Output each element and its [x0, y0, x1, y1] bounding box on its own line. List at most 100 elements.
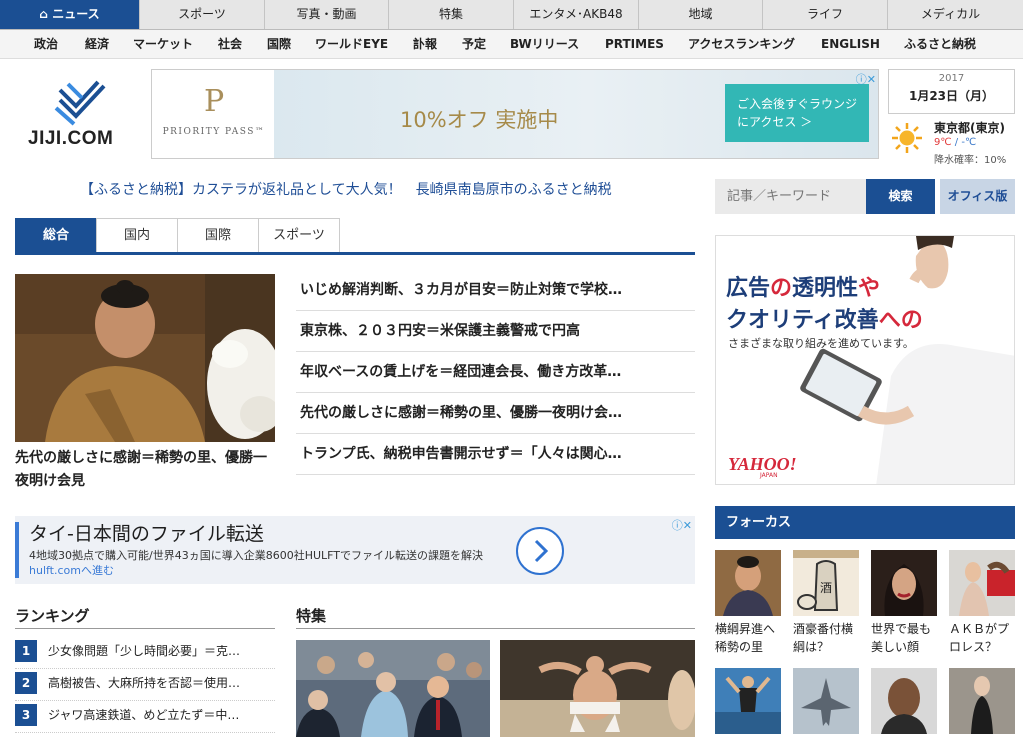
date-year: 2017 [938, 73, 965, 84]
sub-nav-furusato[interactable]: ふるさと納税 [904, 30, 976, 58]
wide-ad-link[interactable]: hulft.comへ進む [29, 564, 114, 577]
ranking-text[interactable]: ジャワ高速鉄道、めど立たず＝中… [48, 704, 239, 726]
focus-title: フォーカス [715, 506, 1015, 539]
focus-image [793, 668, 859, 734]
focus-image [715, 668, 781, 734]
ad-info-close-icon[interactable]: ⓘ✕ [672, 517, 692, 533]
ranking-text[interactable]: 少女像問題「少し時間必要」＝克… [48, 640, 240, 662]
focus-image [715, 550, 781, 616]
focus-image [949, 550, 1015, 616]
top-nav-news[interactable]: ⌂ ニュース [0, 0, 140, 29]
focus-item[interactable]: 酒 酒豪番付横綱は？ [793, 550, 859, 656]
ranking-number: 2 [15, 672, 37, 694]
focus-caption[interactable]: 酒豪番付横綱は？ [793, 620, 863, 656]
focus-thumb[interactable] [871, 668, 937, 734]
tab-sports[interactable]: スポーツ [258, 218, 340, 252]
ad-brand-letter: P [204, 84, 225, 119]
headline-item[interactable]: 年収ベースの賃上げを＝経団連会長、働き方改革… [296, 352, 695, 393]
ad-info-close-icon[interactable]: ⓘ✕ [856, 71, 876, 87]
focus-image [871, 668, 937, 734]
main-story-caption[interactable]: 先代の厳しさに感謝＝稀勢の里、優勝一夜明け会見 [15, 447, 277, 493]
ranking-item[interactable]: 1 少女像問題「少し時間必要」＝克… [15, 637, 275, 669]
tokushu-photo-sumo[interactable] [500, 640, 695, 737]
sub-nav-economy[interactable]: 経済 [85, 30, 109, 58]
ranking-title: ランキング [15, 605, 275, 629]
banner-ad[interactable]: P PRIORITY PASS™ 10%オフ 実施中 ご入会後すぐラウンジにアク… [151, 69, 879, 159]
wide-ad-title: タイ-日本間のファイル転送 [29, 523, 264, 545]
tokushu-title: 特集 [296, 605, 695, 629]
sub-nav-international[interactable]: 国際 [267, 30, 291, 58]
focus-item[interactable]: 横綱昇進へ稀勢の里 [715, 550, 781, 656]
focus-item[interactable]: ＡＫＢがプロレス？ [949, 550, 1015, 656]
sub-nav-world-eye[interactable]: ワールドEYE [315, 30, 388, 58]
svg-text:酒: 酒 [820, 581, 832, 595]
focus-caption[interactable]: ＡＫＢがプロレス？ [949, 620, 1019, 656]
focus-thumb[interactable] [715, 668, 781, 734]
sub-nav-english[interactable]: ENGLISH [821, 30, 880, 58]
wide-ad-body: 4地域30拠点で購入可能/世界43ヵ国に導入企業8600社HULFTでファイル転… [29, 549, 483, 577]
headline-item[interactable]: トランプ氏、納税申告書開示せず＝「人々は関心… [296, 434, 695, 475]
news-tabs: 総合 国内 国際 スポーツ [15, 218, 695, 255]
sunny-icon [892, 123, 922, 153]
search-button[interactable]: 検索 [866, 179, 935, 214]
sub-nav: 政治 経済 マーケット 社会 国際 ワールドEYE 訃報 予定 BWリリース P… [0, 30, 1023, 59]
top-nav-sports[interactable]: スポーツ [140, 0, 265, 29]
ad-cta-button[interactable]: ご入会後すぐラウンジにアクセス ＞ [725, 84, 869, 142]
focus-image [871, 550, 937, 616]
headline-item[interactable]: 東京株、２０３円安＝米保護主義警戒で円高 [296, 311, 695, 352]
main-story-photo[interactable] [15, 274, 275, 442]
promo-link[interactable]: 【ふるさと納税】カステラが返礼品として大人気！ 長崎県南島原市のふるさと納税 [80, 179, 612, 199]
focus-thumb[interactable] [793, 668, 859, 734]
main-story-image [15, 274, 275, 442]
ranking-number: 1 [15, 640, 37, 662]
tab-domestic[interactable]: 国内 [96, 218, 178, 252]
top-nav-region[interactable]: 地域 [639, 0, 763, 29]
ad-accent-bar [15, 522, 19, 578]
top-nav-entame[interactable]: エンタメ･AKB48 [514, 0, 639, 29]
sub-nav-bw-release[interactable]: BWリリース [510, 30, 579, 58]
weather-widget[interactable]: 東京都(東京) 9℃ / -℃ 降水確率：10% [888, 117, 1018, 167]
tab-international[interactable]: 国際 [177, 218, 259, 252]
yahoo-logo-sub: JAPAN [760, 472, 778, 479]
top-nav-tokushu[interactable]: 特集 [389, 0, 514, 29]
ranking-number: 3 [15, 704, 37, 726]
weather-temp: 9℃ / -℃ [934, 137, 977, 148]
date-day: 1月23日（月） [908, 89, 995, 103]
sub-nav-obituary[interactable]: 訃報 [413, 30, 437, 58]
home-icon: ⌂ [39, 7, 48, 21]
side-ad-headline-1: 広告の透明性や [726, 276, 881, 301]
chevron-right-icon[interactable] [516, 527, 564, 575]
search-input[interactable] [715, 179, 866, 214]
headline-item[interactable]: いじめ解消判断、３カ月が目安＝防止対策で学校… [296, 270, 695, 311]
focus-caption[interactable]: 世界で最も美しい顔 [871, 620, 941, 656]
sub-nav-society[interactable]: 社会 [218, 30, 242, 58]
headline-item[interactable]: 先代の厳しさに感謝＝稀勢の里、優勝一夜明け会… [296, 393, 695, 434]
side-ad-subtext: さまざまな取り組みを進めています。 [728, 337, 914, 350]
sub-nav-politics[interactable]: 政治 [34, 30, 58, 58]
focus-thumb[interactable] [949, 668, 1015, 734]
wide-ad[interactable]: タイ-日本間のファイル転送 4地域30拠点で購入可能/世界43ヵ国に導入企業86… [15, 516, 695, 584]
focus-caption[interactable]: 横綱昇進へ稀勢の里 [715, 620, 785, 656]
ranking-text[interactable]: 高樹被告、大麻所持を否認＝使用… [48, 672, 240, 694]
top-nav-photo-video[interactable]: 写真・動画 [265, 0, 389, 29]
site-logo[interactable]: JIJI.COM [22, 76, 132, 156]
ranking-item[interactable]: 2 高樹被告、大麻所持を否認＝使用… [15, 669, 275, 701]
sub-nav-schedule[interactable]: 予定 [462, 30, 486, 58]
logo-mark-icon [54, 80, 106, 126]
office-version-button[interactable]: オフィス版 [940, 179, 1015, 214]
ranking-item[interactable]: 3 ジャワ高速鉄道、めど立たず＝中… [15, 701, 275, 733]
ad-offer-text: 10%オフ 実施中 [400, 108, 559, 132]
sub-nav-access-ranking[interactable]: アクセスランキング [688, 30, 795, 58]
top-nav-medical[interactable]: メディカル [888, 0, 1013, 29]
sub-nav-market[interactable]: マーケット [133, 30, 193, 58]
ad-brand-name: PRIORITY PASS™ [162, 127, 266, 137]
sub-nav-prtimes[interactable]: PRTIMES [605, 30, 664, 58]
side-ad-headline-2: クオリティ改善への [726, 308, 923, 333]
side-ad-yahoo[interactable]: 広告の透明性や クオリティ改善への さまざまな取り組みを進めています。 YAHO… [715, 235, 1015, 485]
tokushu-image [500, 640, 695, 737]
tab-general[interactable]: 総合 [15, 218, 97, 252]
focus-item[interactable]: 世界で最も美しい顔 [871, 550, 937, 656]
date-box: 2017 1月23日（月） [888, 69, 1015, 114]
top-nav-life[interactable]: ライフ [763, 0, 888, 29]
tokushu-photo-inauguration[interactable] [296, 640, 490, 737]
